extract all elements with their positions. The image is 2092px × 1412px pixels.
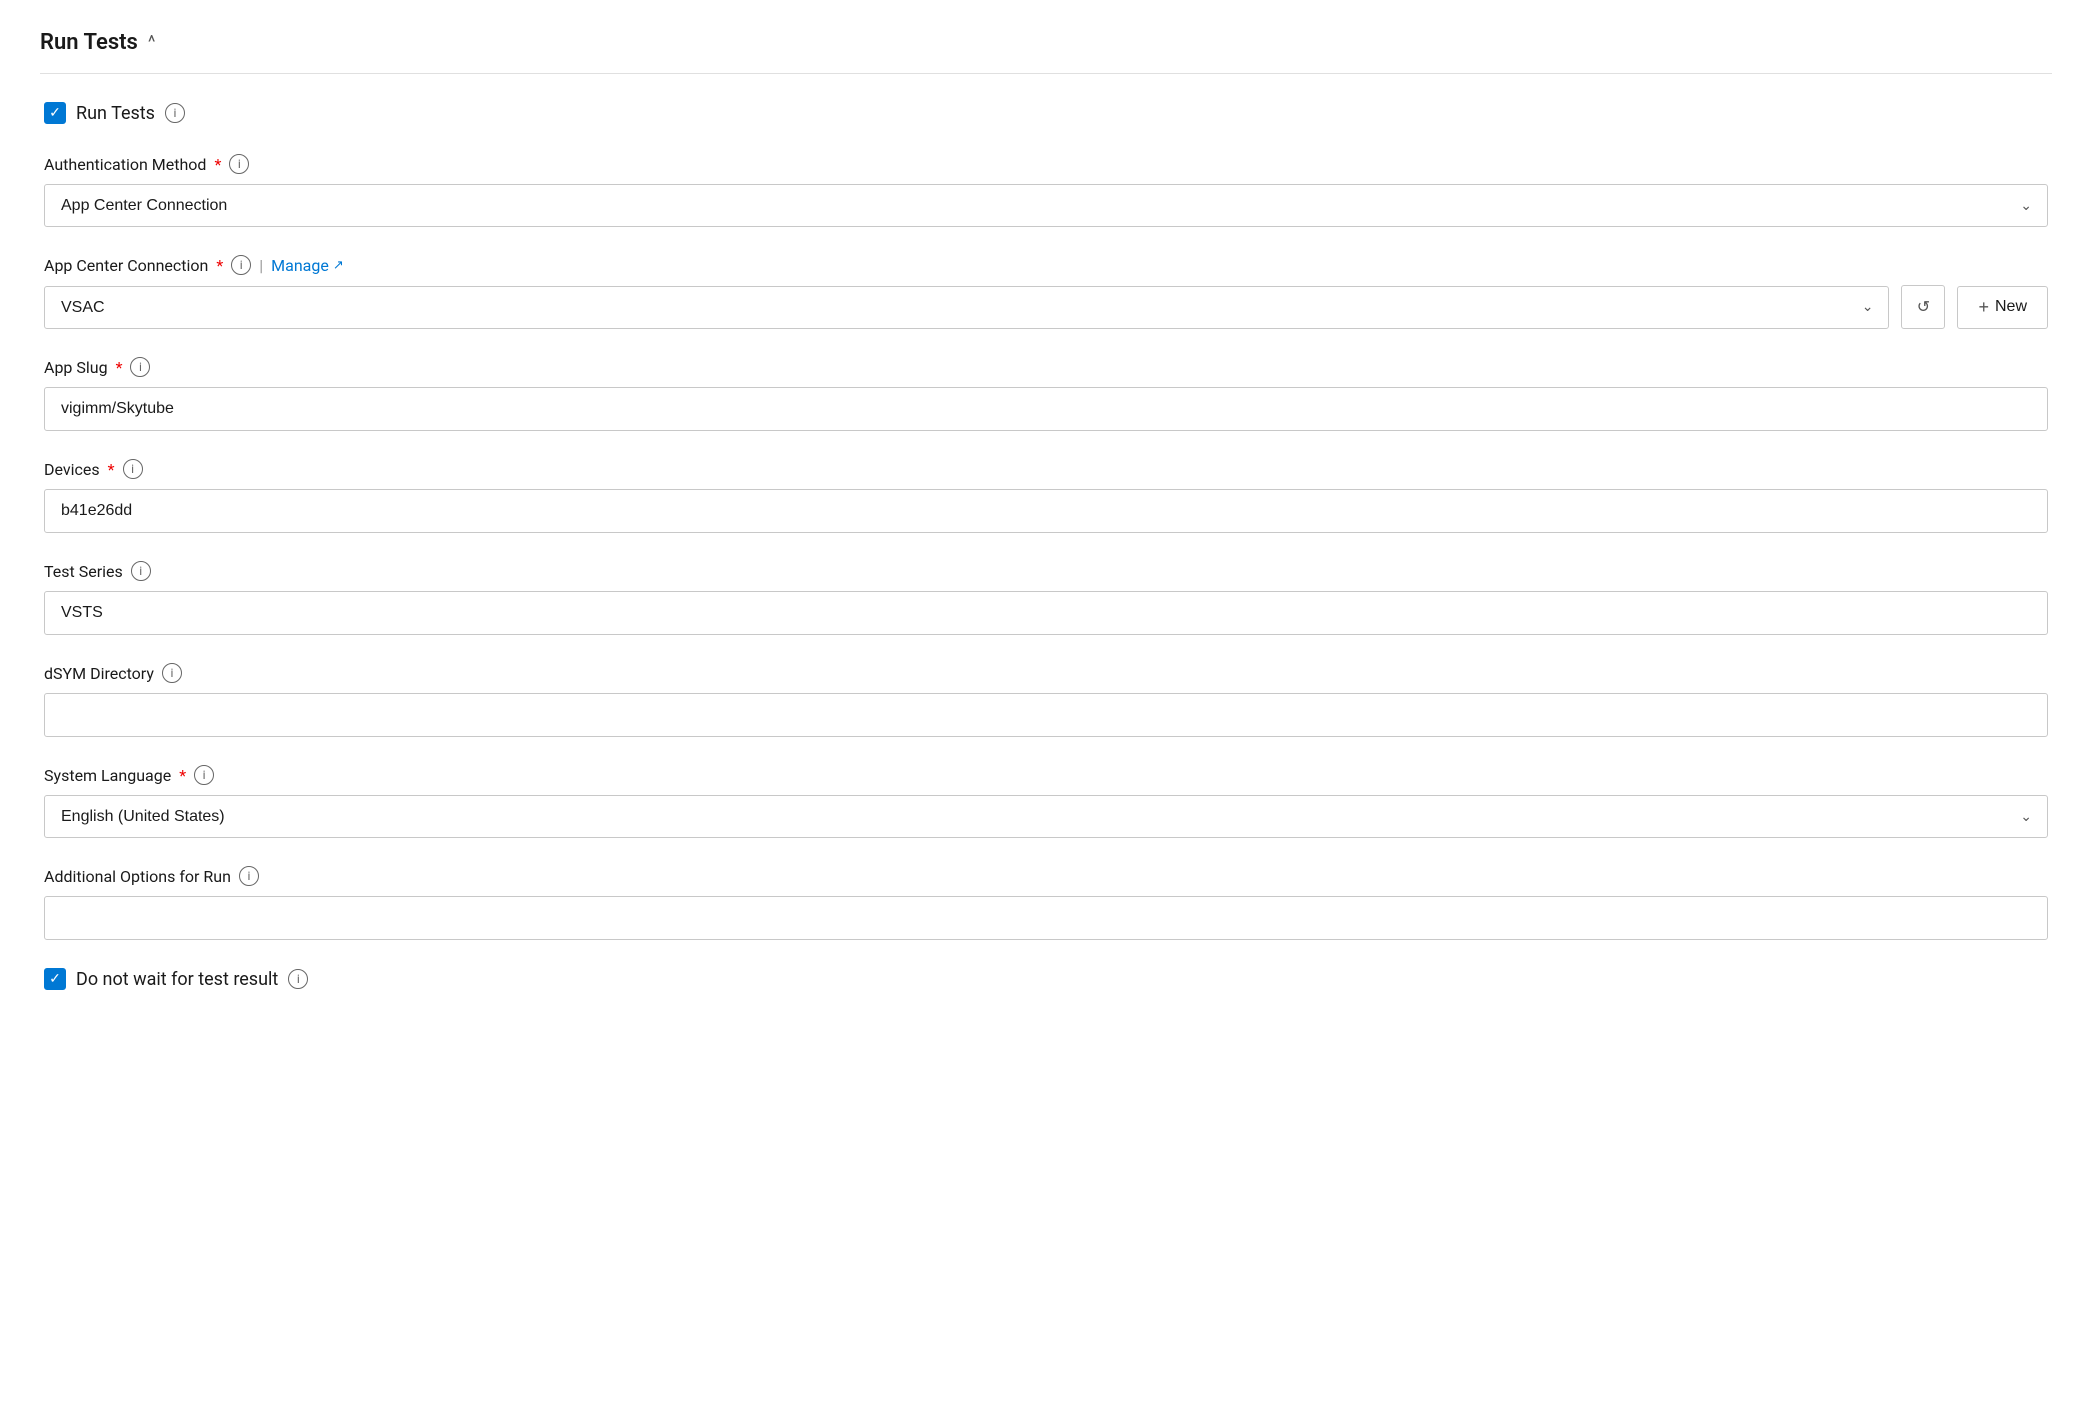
system-language-select[interactable]: English (United States) Spanish French G… (44, 795, 2048, 838)
test-series-input[interactable] (44, 591, 2048, 635)
refresh-connection-button[interactable]: ↺ (1901, 285, 1945, 329)
test-series-info-icon[interactable]: i (131, 561, 151, 581)
section-title: Run Tests (40, 30, 138, 55)
dsym-directory-group: dSYM Directory i (44, 663, 2048, 737)
app-slug-label-row: App Slug * i (44, 357, 2048, 377)
run-tests-checkbox[interactable]: ✓ (44, 102, 66, 124)
app-slug-required: * (116, 358, 123, 377)
additional-options-group: Additional Options for Run i (44, 866, 2048, 940)
app-slug-label-text: App Slug (44, 358, 108, 377)
section-body: ✓ Run Tests i Authentication Method * i … (40, 102, 2052, 990)
devices-label-row: Devices * i (44, 459, 2048, 479)
plus-icon: + (1978, 297, 1989, 318)
dsym-directory-label-text: dSYM Directory (44, 664, 154, 683)
authentication-method-select[interactable]: App Center Connection API Token (44, 184, 2048, 227)
new-button-label: New (1995, 298, 2027, 316)
devices-info-icon[interactable]: i (123, 459, 143, 479)
dsym-directory-input[interactable] (44, 693, 2048, 737)
do-not-wait-checkmark: ✓ (49, 972, 61, 986)
refresh-icon: ↺ (1917, 297, 1930, 317)
app-center-connection-info-icon[interactable]: i (231, 255, 251, 275)
section-header: Run Tests ^ (40, 30, 2052, 74)
run-tests-info-icon[interactable]: i (165, 103, 185, 123)
app-center-connection-required: * (216, 256, 223, 275)
dsym-directory-info-icon[interactable]: i (162, 663, 182, 683)
page-container: Run Tests ^ ✓ Run Tests i Authentication… (0, 0, 2092, 1412)
external-link-icon: ↗ (333, 258, 344, 273)
additional-options-input[interactable] (44, 896, 2048, 940)
app-center-connection-group: App Center Connection * i | Manage ↗ VSA… (44, 255, 2048, 329)
do-not-wait-checkbox[interactable]: ✓ (44, 968, 66, 990)
additional-options-label-text: Additional Options for Run (44, 867, 231, 886)
do-not-wait-checkbox-row: ✓ Do not wait for test result i (44, 968, 2048, 990)
authentication-method-required: * (214, 155, 221, 174)
system-language-label-text: System Language (44, 766, 171, 785)
system-language-label-row: System Language * i (44, 765, 2048, 785)
test-series-label-row: Test Series i (44, 561, 2048, 581)
run-tests-checkmark: ✓ (49, 106, 61, 120)
system-language-info-icon[interactable]: i (194, 765, 214, 785)
do-not-wait-label: Do not wait for test result (76, 969, 278, 990)
devices-label-text: Devices (44, 460, 100, 479)
authentication-method-select-wrapper: App Center Connection API Token ⌄ (44, 184, 2048, 227)
app-center-connection-select-wrapper: VSAC ⌄ (44, 286, 1889, 329)
new-connection-button[interactable]: + New (1957, 286, 2048, 329)
devices-input[interactable] (44, 489, 2048, 533)
system-language-select-wrapper: English (United States) Spanish French G… (44, 795, 2048, 838)
app-center-connection-select[interactable]: VSAC (44, 286, 1889, 329)
additional-options-info-icon[interactable]: i (239, 866, 259, 886)
system-language-required: * (179, 766, 186, 785)
authentication-method-group: Authentication Method * i App Center Con… (44, 154, 2048, 227)
app-center-connection-label-text: App Center Connection (44, 256, 208, 275)
authentication-method-label-text: Authentication Method (44, 155, 206, 174)
run-tests-label: Run Tests (76, 103, 155, 124)
pipe-separator: | (259, 256, 263, 275)
authentication-method-label-row: Authentication Method * i (44, 154, 2048, 174)
manage-link-text: Manage (271, 256, 329, 275)
do-not-wait-info-icon[interactable]: i (288, 969, 308, 989)
app-slug-info-icon[interactable]: i (130, 357, 150, 377)
app-slug-input[interactable] (44, 387, 2048, 431)
additional-options-label-row: Additional Options for Run i (44, 866, 2048, 886)
app-slug-group: App Slug * i (44, 357, 2048, 431)
connection-row: VSAC ⌄ ↺ + New (44, 285, 2048, 329)
dsym-directory-label-row: dSYM Directory i (44, 663, 2048, 683)
test-series-group: Test Series i (44, 561, 2048, 635)
system-language-group: System Language * i English (United Stat… (44, 765, 2048, 838)
manage-link[interactable]: Manage ↗ (271, 256, 344, 275)
devices-group: Devices * i (44, 459, 2048, 533)
authentication-method-info-icon[interactable]: i (229, 154, 249, 174)
run-tests-checkbox-row: ✓ Run Tests i (44, 102, 2048, 124)
section-collapse-icon[interactable]: ^ (148, 32, 156, 53)
devices-required: * (108, 460, 115, 479)
app-center-connection-label-row: App Center Connection * i | Manage ↗ (44, 255, 2048, 275)
test-series-label-text: Test Series (44, 562, 123, 581)
